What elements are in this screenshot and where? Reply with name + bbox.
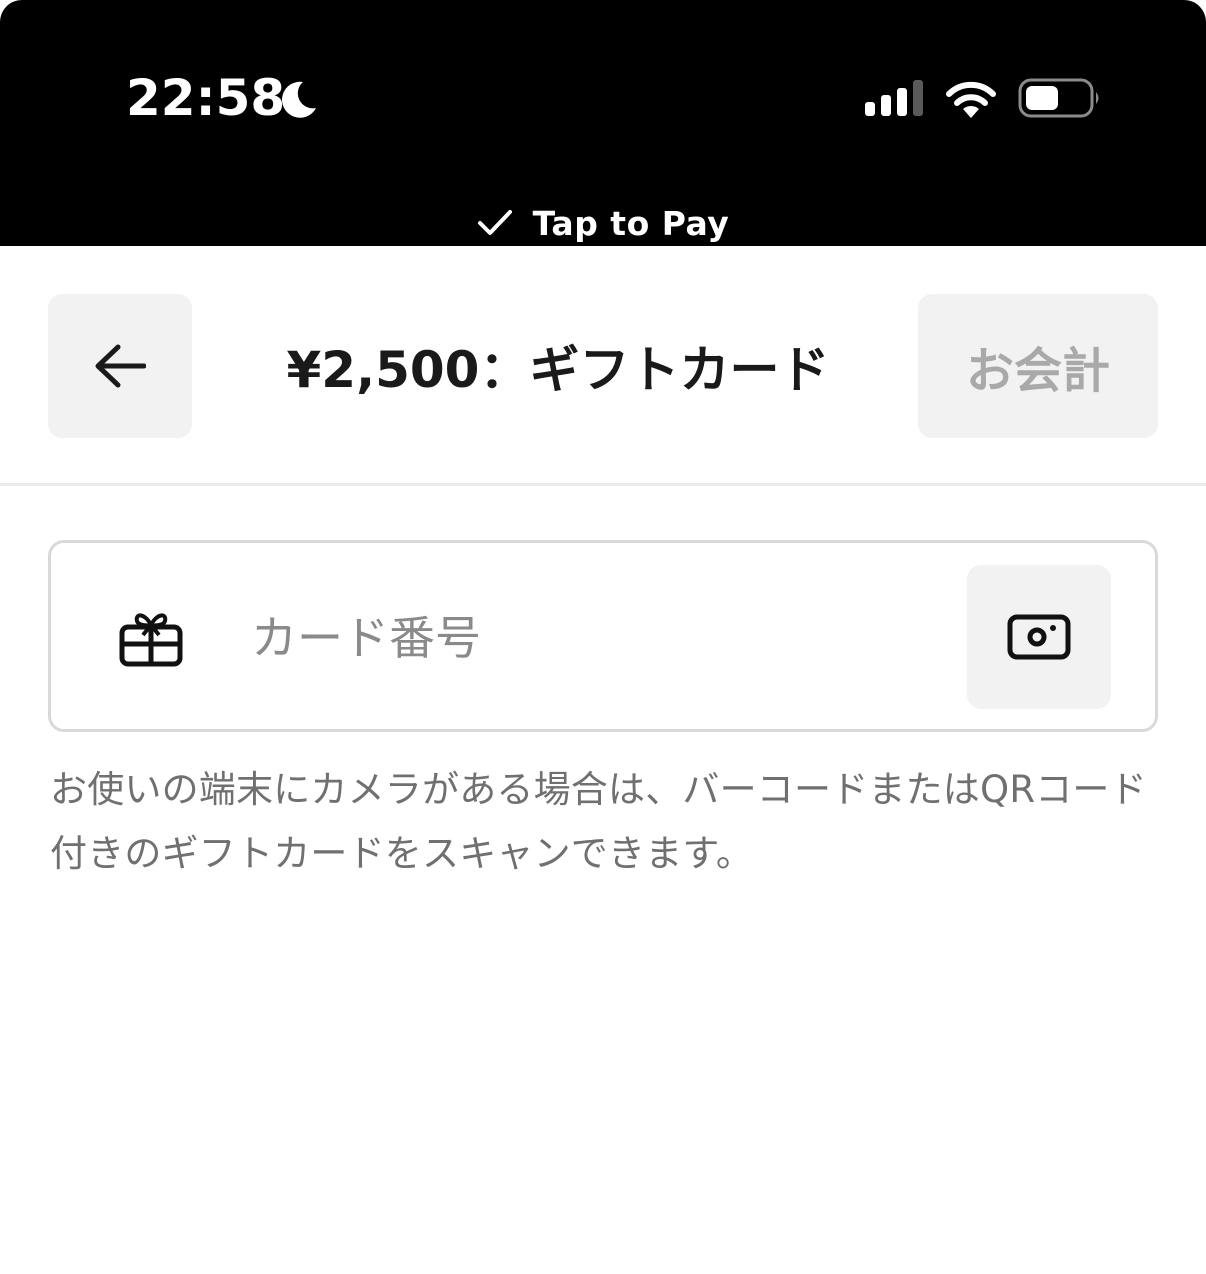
arrow-left-icon: [95, 344, 146, 388]
battery-icon: [1018, 78, 1099, 118]
check-icon: [477, 210, 512, 235]
screen: 22:58 Tap to Pay ¥2,500：ギフトカード お会計 カード番号…: [0, 0, 1206, 1274]
page-title: ¥2,500：ギフトカード: [286, 341, 830, 399]
signal-icon: [865, 80, 923, 116]
scan-camera-button[interactable]: [967, 565, 1111, 709]
tap-to-pay-label: Tap to Pay: [532, 203, 730, 243]
status-time: 22:58: [126, 69, 286, 127]
moon-icon: [282, 81, 316, 118]
header: ¥2,500：ギフトカード お会計: [0, 246, 1206, 486]
gift-icon: [119, 613, 183, 667]
wifi-icon: [946, 81, 996, 118]
camera-icon: [1007, 614, 1071, 660]
back-button[interactable]: [48, 294, 192, 438]
helper-text: お使いの端末にカメラがある場合は、バーコードまたはQRコード付きのギフトカードを…: [50, 768, 1147, 875]
card-number-field[interactable]: [48, 540, 1158, 732]
status-bar: 22:58 Tap to Pay: [0, 0, 1206, 246]
checkout-button[interactable]: お会計: [918, 294, 1158, 438]
tap-to-pay-banner[interactable]: Tap to Pay: [0, 200, 1206, 246]
card-number-input[interactable]: [251, 573, 951, 703]
